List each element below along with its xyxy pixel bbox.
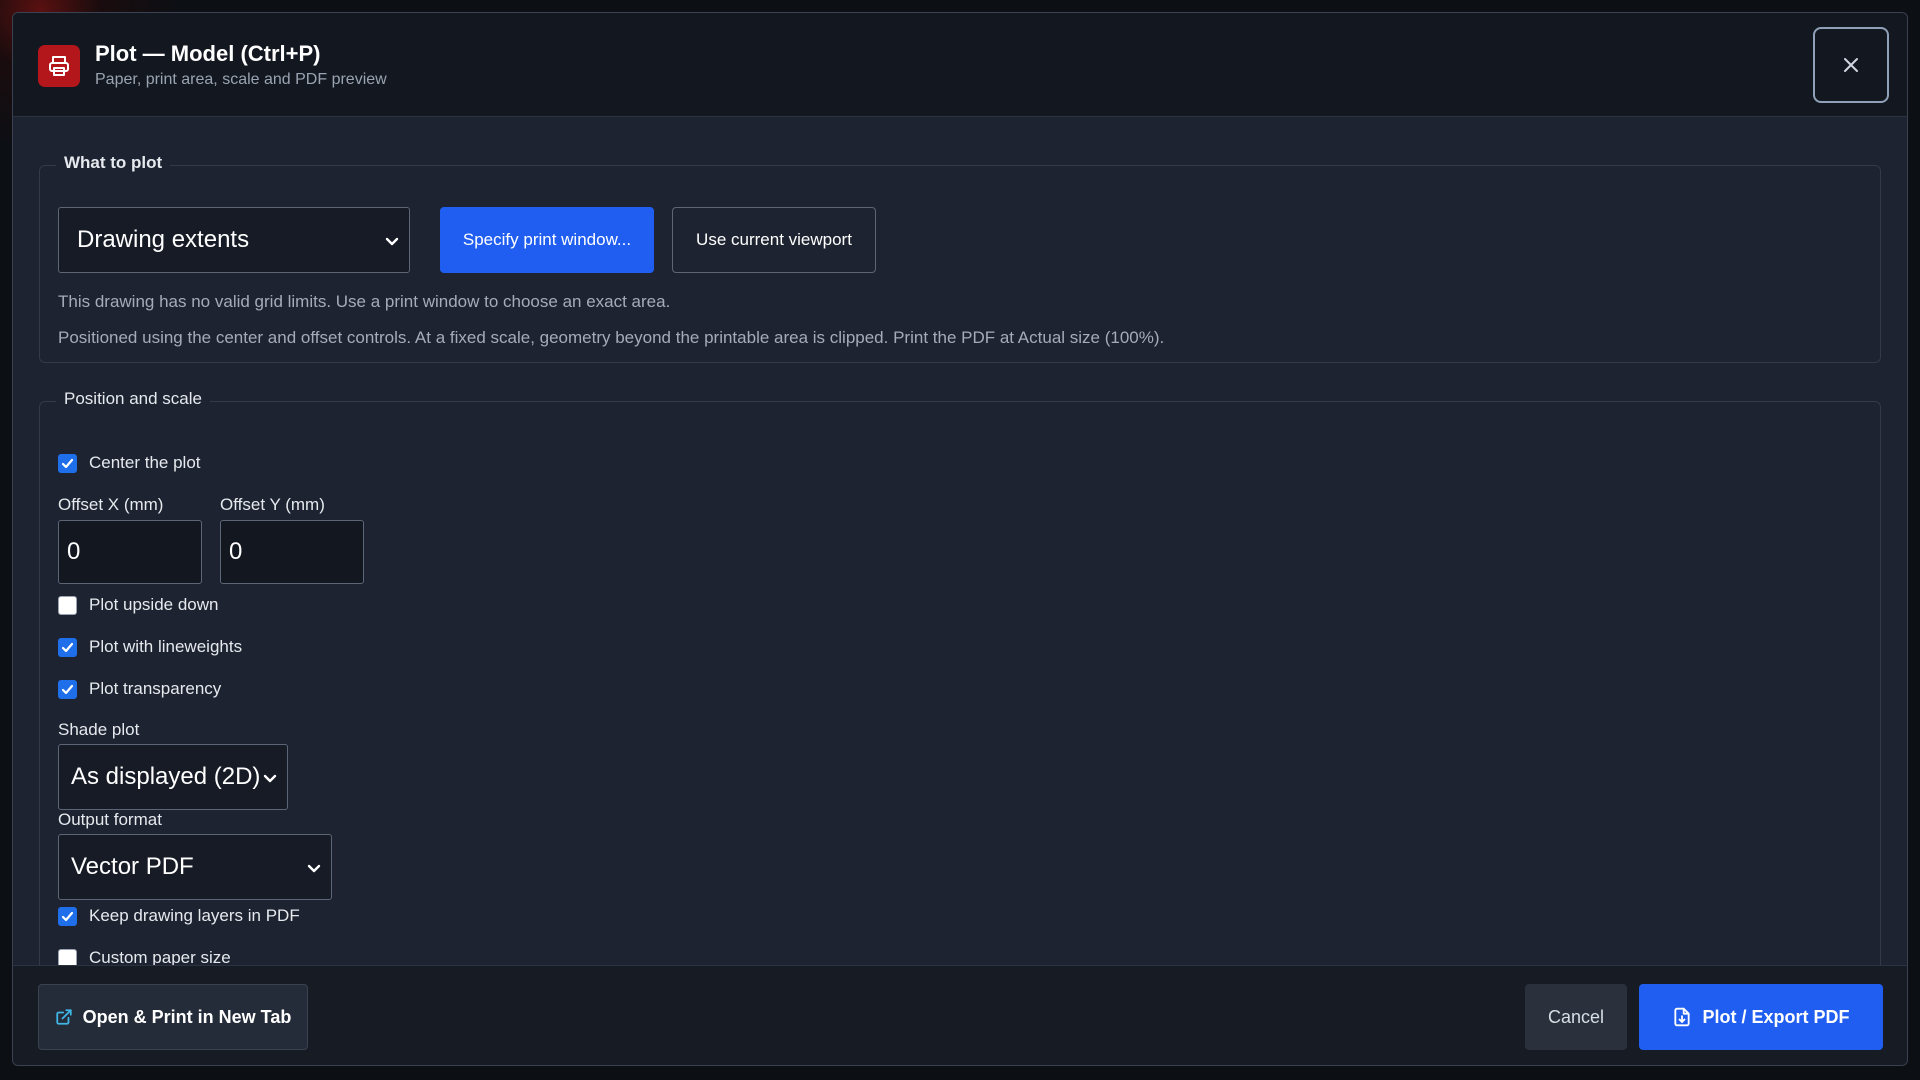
- plot-export-label: Plot / Export PDF: [1702, 1006, 1850, 1027]
- close-button[interactable]: [1813, 27, 1889, 103]
- upside-down-row: Plot upside down: [58, 595, 218, 615]
- plot-area-select[interactable]: Drawing extents: [58, 207, 410, 273]
- chevron-down-icon: [263, 763, 277, 791]
- grid-limits-hint: This drawing has no valid grid limits. U…: [58, 292, 671, 311]
- center-plot-checkbox[interactable]: [58, 453, 77, 473]
- dialog-header: Plot — Model (Ctrl+P) Paper, print area,…: [13, 13, 1907, 117]
- chevron-down-icon: [307, 853, 321, 881]
- offset-x-label: Offset X (mm): [58, 495, 164, 514]
- upside-down-label: Plot upside down: [89, 595, 219, 614]
- keep-layers-label: Keep drawing layers in PDF: [89, 906, 300, 925]
- offset-y-input[interactable]: 0: [220, 520, 364, 584]
- output-format-select[interactable]: Vector PDF: [58, 834, 332, 900]
- output-format-value: Vector PDF: [71, 853, 194, 880]
- close-icon: [1844, 58, 1858, 72]
- offset-x-value: 0: [67, 538, 81, 565]
- dialog-body: What to plot Drawing extents Specify pri…: [13, 117, 1907, 967]
- center-plot-label: Center the plot: [89, 453, 201, 472]
- dialog-footer: Open & Print in New Tab Cancel Plot / Ex…: [13, 965, 1907, 1065]
- position-scale-legend: Position and scale: [56, 389, 210, 409]
- specify-print-window-button[interactable]: Specify print window...: [440, 207, 654, 273]
- upside-down-checkbox[interactable]: [58, 595, 77, 615]
- what-to-plot-section: What to plot Drawing extents Specify pri…: [39, 153, 1881, 363]
- offset-y-value: 0: [229, 538, 243, 565]
- file-download-icon: [1674, 1007, 1691, 1027]
- lineweights-row: Plot with lineweights: [58, 637, 242, 657]
- keep-layers-row: Keep drawing layers in PDF: [58, 906, 300, 926]
- open-print-label: Open & Print in New Tab: [82, 1006, 292, 1027]
- chevron-down-icon: [385, 226, 399, 254]
- lineweights-checkbox[interactable]: [58, 637, 77, 657]
- transparency-label: Plot transparency: [89, 679, 222, 698]
- keep-layers-checkbox[interactable]: [58, 906, 77, 926]
- position-scale-section: Position and scale Center the plot Offse…: [39, 389, 1881, 967]
- lineweights-label: Plot with lineweights: [89, 637, 243, 656]
- dialog-title: Plot — Model (Ctrl+P): [95, 41, 321, 66]
- shade-plot-label: Shade plot: [58, 720, 140, 739]
- shade-plot-value: As displayed (2D): [71, 763, 261, 790]
- plot-area-value: Drawing extents: [77, 226, 250, 253]
- output-format-label: Output format: [58, 810, 162, 829]
- cancel-button[interactable]: Cancel: [1525, 984, 1627, 1050]
- shade-plot-select[interactable]: As displayed (2D): [58, 744, 288, 810]
- center-plot-row: Center the plot: [58, 453, 201, 473]
- plot-export-pdf-button[interactable]: Plot / Export PDF: [1639, 984, 1883, 1050]
- plot-dialog: Plot — Model (Ctrl+P) Paper, print area,…: [12, 12, 1908, 1066]
- open-print-new-tab-button[interactable]: Open & Print in New Tab: [38, 984, 308, 1050]
- use-current-viewport-button[interactable]: Use current viewport: [672, 207, 876, 273]
- transparency-row: Plot transparency: [58, 679, 221, 699]
- offset-y-label: Offset Y (mm): [220, 495, 325, 514]
- external-link-icon: [56, 1009, 72, 1025]
- dialog-subtitle: Paper, print area, scale and PDF preview: [95, 71, 387, 88]
- transparency-checkbox[interactable]: [58, 679, 77, 699]
- what-to-plot-legend: What to plot: [56, 153, 171, 173]
- positioning-hint: Positioned using the center and offset c…: [58, 328, 1165, 347]
- offset-x-input[interactable]: 0: [58, 520, 202, 584]
- printer-icon: [38, 45, 80, 87]
